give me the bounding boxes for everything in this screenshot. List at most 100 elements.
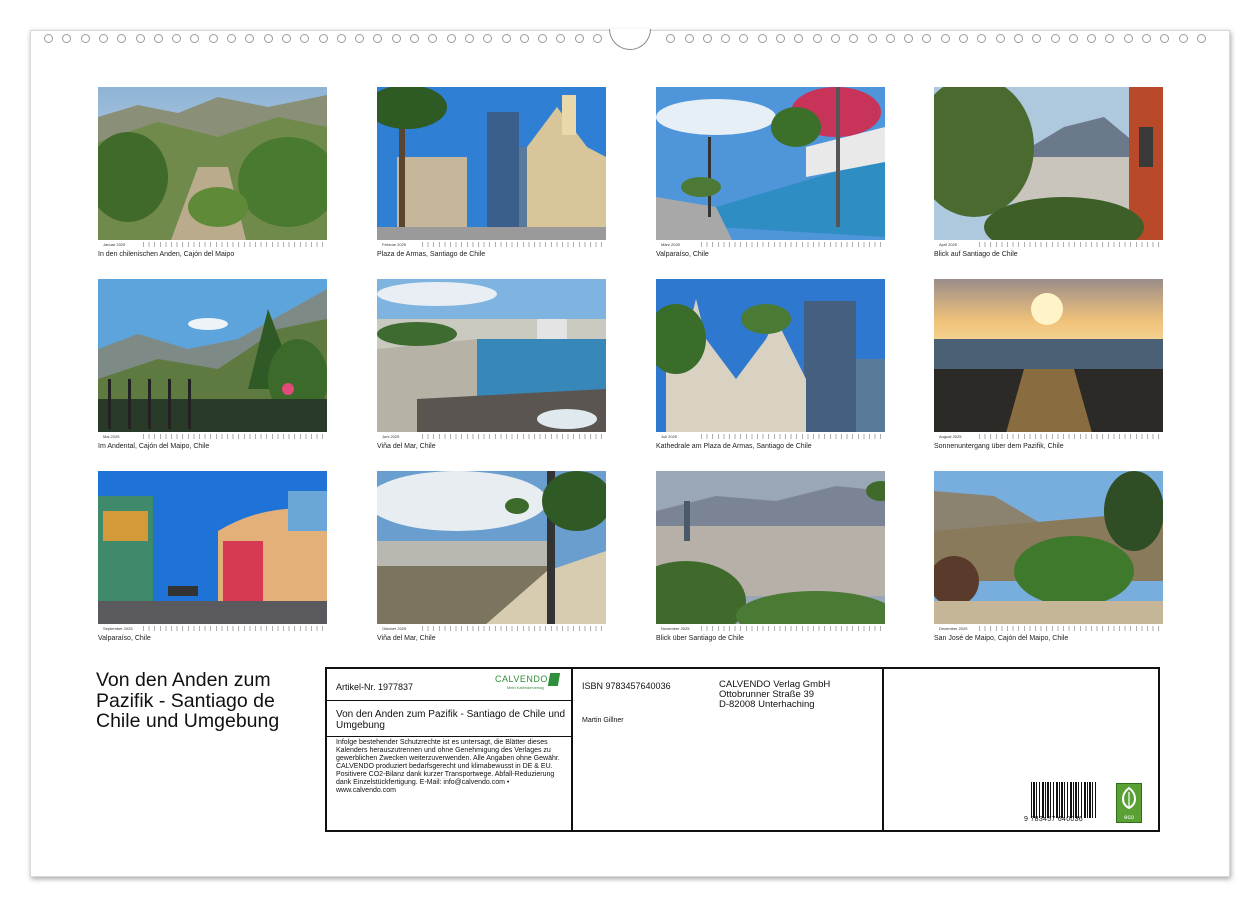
leaf-icon <box>1122 786 1136 810</box>
caption-april: Blick auf Santiago de Chile <box>934 251 1018 258</box>
binding-hole <box>1013 34 1023 43</box>
calvendo-tagline: Mein Kalenderverlag <box>507 685 544 690</box>
binding-hole <box>959 34 968 43</box>
binding-hole <box>117 34 127 43</box>
photo-february: Februar 2025 <box>377 87 606 248</box>
caption-december: San José de Maipo, Cajón del Maipo, Chil… <box>934 635 1069 642</box>
caption-june: Viña del Mar, Chile <box>377 443 436 450</box>
binding-hole <box>922 34 932 43</box>
binding-hole <box>300 34 310 43</box>
binding-hole <box>757 34 767 43</box>
binding-hole <box>739 34 749 43</box>
barcode-number: 9 783457 640036 <box>1024 816 1083 823</box>
binding-hole <box>794 34 804 43</box>
binding-hole <box>501 34 511 43</box>
month-label: März 2025 <box>661 241 680 247</box>
caption-november: Blick über Santiago de Chile <box>656 635 744 642</box>
binding-hole <box>263 34 273 43</box>
photo-july: Juli 2025 <box>656 279 885 440</box>
binding-hole <box>593 34 602 43</box>
caption-january: In den chilenischen Anden, Cajón del Mai… <box>98 251 235 258</box>
month-label: Dezember 2025 <box>939 625 968 631</box>
eco-label: eco <box>1124 815 1134 821</box>
month-label: September 2025 <box>103 625 133 631</box>
binding-hole <box>428 34 438 43</box>
binding-hole <box>135 34 145 43</box>
binding-hole <box>1068 34 1078 43</box>
calendar-title: Von den Anden zum Pazifik - Santiago de … <box>96 669 280 732</box>
binding-hole <box>62 34 72 43</box>
photo-january: Januar 2025 <box>98 87 327 248</box>
calvendo-logo-icon <box>547 673 561 686</box>
isbn: ISBN 9783457640036 <box>582 681 671 691</box>
binding-hole <box>190 34 200 43</box>
binding-hole <box>1178 34 1188 43</box>
calvendo-logo: CALVENDO <box>495 674 548 684</box>
binding-hole <box>830 34 840 43</box>
binding-hole <box>1032 34 1042 43</box>
article-number: Artikel-Nr. 1977837 <box>336 682 414 692</box>
binding-hole <box>1142 34 1151 43</box>
month-label: Januar 2025 <box>103 241 126 247</box>
info-box: Artikel-Nr. 1977837 CALVENDO Mein Kalend… <box>325 667 1160 832</box>
binding-hole <box>1123 34 1133 43</box>
binding-hole <box>538 34 548 43</box>
binding-hole <box>355 34 365 43</box>
month-label: Februar 2025 <box>382 241 407 247</box>
binding-hole <box>153 34 163 43</box>
photo-december: Dezember 2025 <box>934 471 1163 632</box>
legal-notice: Infolge bestehender Schutzrechte ist es … <box>336 739 560 794</box>
binding-hole <box>172 34 182 43</box>
binding-hole <box>410 34 419 43</box>
binding-hole <box>977 34 987 43</box>
product-title: Von den Anden zum Pazifik - Santiago de … <box>336 709 566 731</box>
binding-hole <box>666 34 676 43</box>
binding-hole <box>556 34 566 43</box>
binding-hole <box>1160 34 1170 43</box>
month-label: Juli 2025 <box>661 433 678 439</box>
barcode <box>1031 782 1097 818</box>
binding-hole <box>318 34 328 43</box>
binding-hole <box>464 34 474 43</box>
binding-hole <box>940 34 950 43</box>
binding-hole <box>483 34 493 43</box>
photo-may: Mai 2025 <box>98 279 327 440</box>
binding-hole <box>227 34 236 43</box>
binding-hole <box>721 34 731 43</box>
caption-march: Valparaíso, Chile <box>656 251 709 258</box>
binding-hole <box>1050 34 1060 43</box>
binding-hole <box>519 34 529 43</box>
eco-badge: eco <box>1116 783 1142 823</box>
binding-hole <box>245 34 255 43</box>
caption-july: Kathedrale am Plaza de Armas, Santiago d… <box>656 443 812 450</box>
month-label: Oktober 2025 <box>382 625 407 631</box>
binding-hole <box>904 34 914 43</box>
binding-hole <box>98 34 108 43</box>
caption-may: Im Andental, Cajón del Maipo, Chile <box>98 443 210 450</box>
photo-september: September 2025 <box>98 471 327 632</box>
month-label: Mai 2025 <box>103 433 120 439</box>
binding-hole <box>1105 34 1115 43</box>
month-label: November 2025 <box>661 625 690 631</box>
binding-hole <box>849 34 859 43</box>
photo-march: März 2025 <box>656 87 885 248</box>
binding-hole <box>336 34 346 43</box>
binding-hole <box>776 34 785 43</box>
photo-november: November 2025 <box>656 471 885 632</box>
caption-february: Plaza de Armas, Santiago de Chile <box>377 251 486 258</box>
binding-hole <box>995 34 1005 43</box>
binding-hole <box>702 34 712 43</box>
binding-hole <box>391 34 401 43</box>
binding-hole <box>281 34 291 43</box>
binding-hole <box>80 34 90 43</box>
publisher-city: D-82008 Unterhaching <box>719 699 815 710</box>
photo-april: April 2025 <box>934 87 1163 248</box>
caption-september: Valparaíso, Chile <box>98 635 151 642</box>
binding-hole <box>208 34 218 43</box>
binding-hole <box>1196 34 1206 43</box>
binding-hole <box>44 34 53 43</box>
month-label: April 2025 <box>939 241 958 247</box>
caption-august: Sonnenuntergang über dem Pazifik, Chile <box>934 443 1064 450</box>
binding-hole <box>1087 34 1097 43</box>
month-label: Juni 2025 <box>382 433 400 439</box>
